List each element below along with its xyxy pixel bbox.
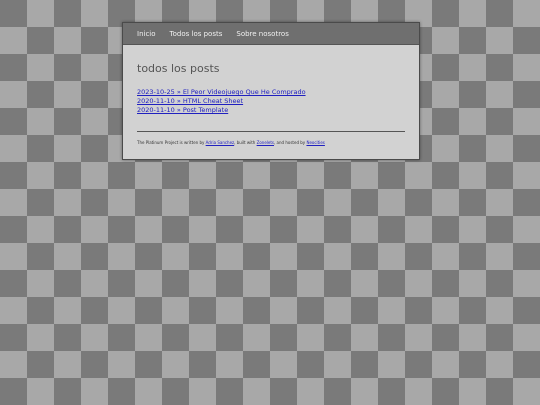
post-link[interactable]: 2023-10-25 » El Peor Videojuego Que He C… (137, 88, 306, 96)
post-list: 2023-10-25 » El Peor Videojuego Que He C… (137, 88, 405, 115)
page-container: Inicio Todos los posts Sobre nosotros to… (122, 22, 420, 160)
nav-link-sobre-nosotros[interactable]: Sobre nosotros (236, 30, 288, 38)
footer-host-link[interactable]: Neocities (306, 140, 324, 145)
footer: The Platinum Project is written by Adria… (137, 140, 405, 145)
footer-text: The Platinum Project is written by (137, 140, 206, 145)
post-link[interactable]: 2020-11-10 » HTML Cheat Sheet (137, 97, 243, 105)
nav-link-inicio[interactable]: Inicio (137, 30, 156, 38)
footer-author-link[interactable]: Adria Sanchez (206, 140, 235, 145)
footer-divider (137, 131, 405, 132)
main-content: todos los posts 2023-10-25 » El Peor Vid… (123, 62, 419, 145)
nav-link-todos-los-posts[interactable]: Todos los posts (170, 30, 223, 38)
post-list-item: 2020-11-10 » HTML Cheat Sheet (137, 97, 405, 106)
footer-text: , and hosted by (274, 140, 307, 145)
page-title: todos los posts (137, 62, 220, 75)
top-nav: Inicio Todos los posts Sobre nosotros (123, 23, 419, 45)
post-list-item: 2020-11-10 » Post Template (137, 106, 405, 115)
footer-text: , built with (234, 140, 257, 145)
post-link[interactable]: 2020-11-10 » Post Template (137, 106, 228, 114)
footer-tool-link[interactable]: Zonelets (257, 140, 274, 145)
post-list-item: 2023-10-25 » El Peor Videojuego Que He C… (137, 88, 405, 97)
